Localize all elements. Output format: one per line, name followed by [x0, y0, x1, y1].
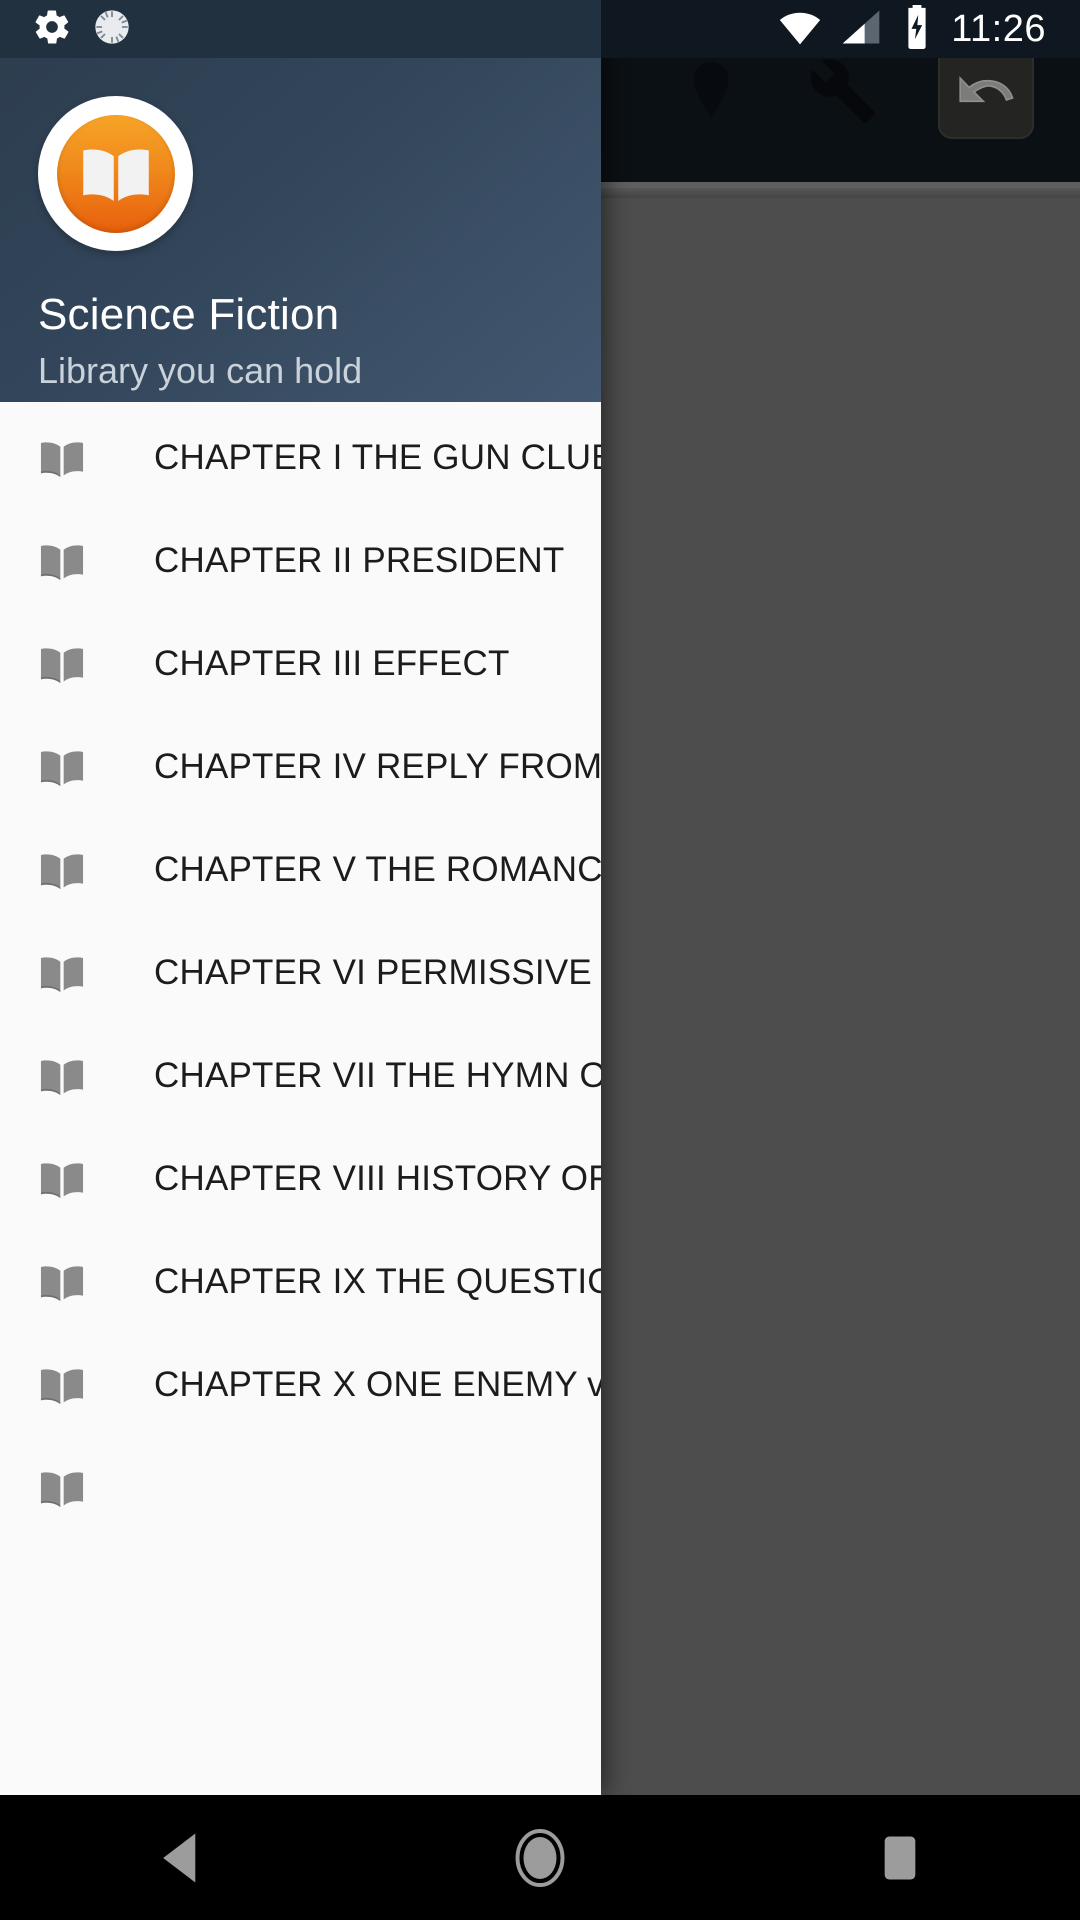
- chapter-list-item-label: CHAPTER IX THE QUESTION: [154, 1261, 601, 1301]
- open-book-icon: [36, 1462, 88, 1514]
- chapter-list-item-label: CHAPTER I THE GUN CLUB: [154, 437, 601, 477]
- chapter-list-item-label: CHAPTER VI PERMISSIVE: [154, 952, 592, 992]
- chapter-list-item[interactable]: CHAPTER VIII HISTORY OF: [0, 1127, 601, 1230]
- chapter-list-item[interactable]: CHAPTER VI PERMISSIVE: [0, 921, 601, 1024]
- chapter-list-item[interactable]: CHAPTER IX THE QUESTION: [0, 1230, 601, 1333]
- chapter-list-item-label: CHAPTER V THE ROMANCE: [154, 849, 601, 889]
- chapter-list-item[interactable]: CHAPTER IV REPLY FROM: [0, 715, 601, 818]
- open-book-icon: [36, 1050, 88, 1102]
- chapter-list-item-label: CHAPTER VII THE HYMN OF: [154, 1055, 601, 1095]
- open-book-icon: [36, 432, 88, 484]
- chapter-list-item[interactable]: CHAPTER I THE GUN CLUB: [0, 406, 601, 509]
- back-triangle-icon[interactable]: [105, 1795, 255, 1920]
- chapter-list[interactable]: CHAPTER I THE GUN CLUB CHAPTER II PRESIDE…: [0, 402, 601, 1795]
- drawer-subtitle: Library you can hold: [38, 350, 363, 391]
- home-circle-icon[interactable]: [465, 1795, 615, 1920]
- chapter-list-item[interactable]: CHAPTER V THE ROMANCE: [0, 818, 601, 921]
- open-book-icon: [36, 844, 88, 896]
- system-navigation-bar: [0, 1795, 1080, 1920]
- open-book-icon: [36, 1256, 88, 1308]
- drawer-title: Science Fiction: [38, 290, 340, 339]
- avatar[interactable]: [38, 96, 193, 251]
- chapter-list-item-label: CHAPTER II PRESIDENT: [154, 540, 565, 580]
- chapter-list-item[interactable]: CHAPTER II PRESIDENT: [0, 509, 601, 612]
- chapter-list-item[interactable]: [0, 1436, 601, 1539]
- chapter-list-item[interactable]: CHAPTER III EFFECT: [0, 612, 601, 715]
- open-book-icon: [36, 947, 88, 999]
- open-book-icon: [36, 741, 88, 793]
- recents-square-icon[interactable]: [825, 1795, 975, 1920]
- open-book-icon: [36, 1153, 88, 1205]
- open-book-icon: [36, 638, 88, 690]
- chapter-list-item-label: CHAPTER IV REPLY FROM: [154, 746, 601, 786]
- chapter-list-item-label: CHAPTER X ONE ENEMY v.: [154, 1364, 601, 1404]
- chapter-list-item-label: CHAPTER VIII HISTORY OF: [154, 1158, 601, 1198]
- chapter-list-item[interactable]: CHAPTER X ONE ENEMY v.: [0, 1333, 601, 1436]
- chapter-list-item-label: CHAPTER III EFFECT: [154, 643, 510, 683]
- open-book-icon: [36, 535, 88, 587]
- open-book-icon: [36, 1359, 88, 1411]
- chapter-list-item[interactable]: CHAPTER VII THE HYMN OF: [0, 1024, 601, 1127]
- phone-screen: n, a new and d in the city of and. It is…: [0, 0, 1080, 1920]
- drawer-header: Science Fiction Library you can hold: [0, 0, 601, 402]
- navigation-drawer: Science Fiction Library you can hold CHA…: [0, 0, 601, 1795]
- open-book-icon: [56, 114, 175, 233]
